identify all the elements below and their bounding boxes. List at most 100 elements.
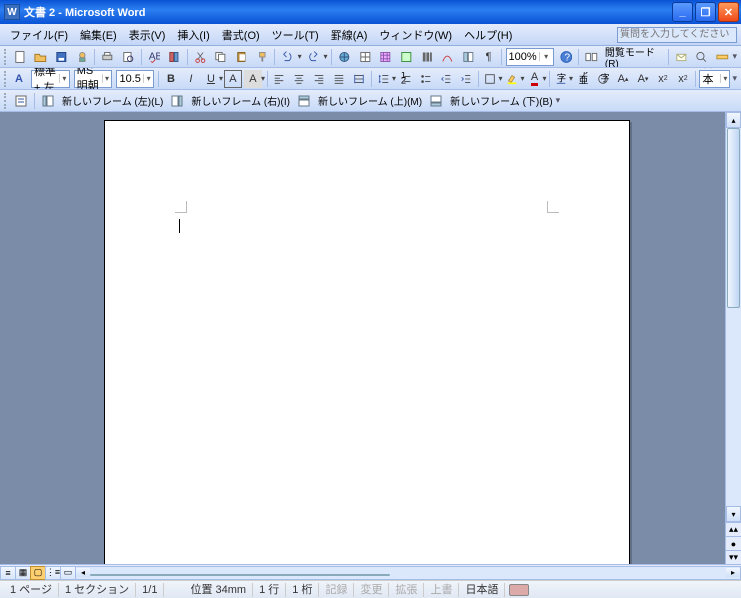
style-combo[interactable]: 標準 + 左▾ [31,70,70,88]
page[interactable] [104,120,630,564]
status-ovr[interactable]: 上書 [424,583,459,597]
help-icon[interactable]: ? [557,48,576,66]
status-rec[interactable]: 記録 [319,583,354,597]
frame-toc-icon[interactable] [11,92,31,110]
toolbar-grip[interactable] [4,49,8,65]
frame-right-icon[interactable] [167,92,187,110]
zoom-combo[interactable]: 100%▾ [506,48,554,66]
document-view[interactable] [8,112,725,564]
align-left-icon[interactable] [270,70,288,88]
font-color-icon[interactable]: A [525,70,543,88]
print-preview-icon[interactable] [119,48,138,66]
ruler-icon[interactable] [713,48,732,66]
toolbar-grip[interactable] [4,93,8,109]
font-color-dropdown[interactable]: ▾ [542,74,546,83]
underline-dropdown[interactable]: ▾ [219,74,223,83]
insert-table-icon[interactable] [376,48,395,66]
redo-icon[interactable] [304,48,323,66]
align-center-icon[interactable] [290,70,308,88]
line-spacing-icon[interactable] [375,70,393,88]
menu-window[interactable]: ウィンドウ(W) [373,25,458,45]
font-combo[interactable]: MS 明朝▾ [74,70,113,88]
drawing-icon[interactable] [438,48,457,66]
show-marks-icon[interactable]: ¶ [480,48,498,66]
format-painter-icon[interactable] [253,48,272,66]
menu-format[interactable]: 書式(O) [216,25,266,45]
menu-edit[interactable]: 編集(E) [74,25,123,45]
char-shading-icon[interactable]: A [244,70,262,88]
language-combo[interactable]: 日本語▾ [699,70,730,88]
new-doc-icon[interactable] [11,48,30,66]
menu-table[interactable]: 罫線(A) [325,25,374,45]
scroll-thumb[interactable] [727,128,740,308]
styles-pane-icon[interactable]: A [10,70,28,88]
close-button[interactable]: ✕ [718,2,739,22]
horizontal-scrollbar[interactable]: ◂ ▸ [75,566,741,580]
shrink-font-icon[interactable]: A▾ [634,70,652,88]
doc-map-icon[interactable] [459,48,478,66]
enclose-char-icon[interactable]: 字 [594,70,612,88]
hyperlink-icon[interactable] [335,48,354,66]
subscript-icon[interactable]: x2 [674,70,692,88]
redo-dropdown[interactable]: ▾ [322,52,329,61]
open-icon[interactable] [31,48,50,66]
print-layout-icon[interactable]: ▢ [30,566,46,580]
char-border-icon[interactable]: A [224,70,242,88]
web-layout-icon[interactable]: ▦ [15,566,31,580]
bold-icon[interactable]: B [162,70,180,88]
columns-icon[interactable] [418,48,437,66]
borders-icon[interactable] [481,70,499,88]
spelling-icon[interactable]: ABC [145,48,164,66]
toolbar-overflow[interactable]: ▾ [556,95,561,106]
highlight-icon[interactable] [503,70,521,88]
scroll-down-icon[interactable]: ▾ [726,506,741,522]
select-browse-icon[interactable]: ● [726,536,741,550]
normal-view-icon[interactable]: ≡ [0,566,16,580]
scroll-track[interactable] [726,128,741,506]
tables-borders-icon[interactable] [356,48,375,66]
scroll-thumb[interactable] [90,574,390,576]
toolbar-overflow[interactable]: ▾ [732,73,737,84]
status-trk[interactable]: 変更 [354,583,389,597]
char-scale-icon[interactable]: 字 [552,70,570,88]
permission-icon[interactable] [73,48,92,66]
prev-page-icon[interactable]: ▴▴ [726,522,741,536]
align-justify-icon[interactable] [330,70,348,88]
envelope-icon[interactable] [672,48,691,66]
align-right-icon[interactable] [310,70,328,88]
increase-indent-icon[interactable] [457,70,475,88]
frame-left-label[interactable]: 新しいフレーム (左)(L) [59,93,166,108]
frame-bottom-label[interactable]: 新しいフレーム (下)(B) [447,93,555,108]
print-icon[interactable] [98,48,117,66]
paste-icon[interactable] [232,48,251,66]
save-icon[interactable] [52,48,71,66]
cut-icon[interactable] [191,48,210,66]
italic-icon[interactable]: I [182,70,200,88]
frame-left-icon[interactable] [38,92,58,110]
distributed-icon[interactable] [350,70,368,88]
char-shading-dropdown[interactable]: ▾ [261,74,265,83]
line-spacing-dropdown[interactable]: ▾ [392,74,396,83]
undo-icon[interactable] [278,48,297,66]
research-icon[interactable] [165,48,184,66]
borders-dropdown[interactable]: ▾ [498,74,502,83]
char-scale-dropdown[interactable]: ▾ [569,74,573,83]
menu-tools[interactable]: ツール(T) [266,25,325,45]
frame-right-label[interactable]: 新しいフレーム (右)(I) [188,93,293,108]
bullets-icon[interactable] [417,70,435,88]
toolbar-grip[interactable] [4,71,7,87]
undo-dropdown[interactable]: ▾ [296,52,303,61]
minimize-button[interactable]: _ [672,2,693,22]
copy-icon[interactable] [211,48,230,66]
font-size-combo[interactable]: 10.5▾ [116,70,154,88]
maximize-button[interactable]: ❐ [695,2,716,22]
decrease-indent-icon[interactable] [437,70,455,88]
frame-top-label[interactable]: 新しいフレーム (上)(M) [315,93,425,108]
scroll-up-icon[interactable]: ▴ [726,112,741,128]
menu-insert[interactable]: 挿入(I) [171,25,215,45]
find-icon[interactable] [692,48,711,66]
next-page-icon[interactable]: ▾▾ [726,550,741,564]
grow-font-icon[interactable]: A▴ [614,70,632,88]
underline-icon[interactable]: U [202,70,220,88]
menu-view[interactable]: 表示(V) [123,25,172,45]
